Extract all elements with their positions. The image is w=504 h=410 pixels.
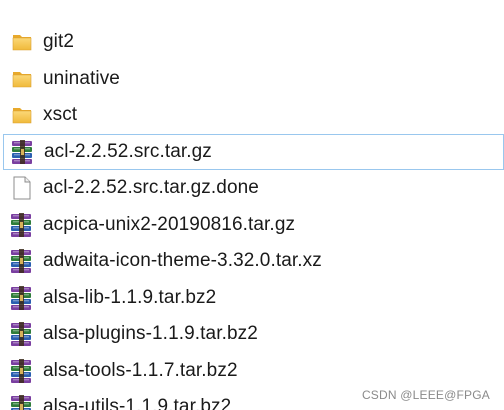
file-name: alsa-tools-1.1.7.tar.bz2 — [43, 359, 238, 381]
archive-icon — [10, 212, 34, 237]
file-name: alsa-plugins-1.1.9.tar.bz2 — [43, 323, 258, 345]
file-name: git2 — [43, 31, 75, 53]
file-row[interactable]: git2 — [0, 24, 504, 61]
archive-icon — [10, 322, 34, 347]
file-name: uninative — [43, 67, 120, 89]
file-row[interactable]: alsa-tools-1.1.7.tar.bz2 — [0, 353, 504, 390]
archive-icon — [11, 139, 35, 164]
file-row[interactable]: alsa-plugins-1.1.9.tar.bz2 — [0, 316, 504, 353]
file-name: alsa-utils-1.1.9.tar.bz2 — [43, 396, 232, 410]
file-row[interactable]: acl-2.2.52.src.tar.gz — [3, 133, 504, 170]
file-row[interactable]: acpica-unix2-20190816.tar.gz — [0, 207, 504, 244]
archive-icon — [10, 358, 34, 383]
folder-icon — [10, 103, 34, 127]
file-name: xsct — [43, 104, 78, 126]
file-name: adwaita-icon-theme-3.32.0.tar.xz — [43, 250, 322, 272]
archive-icon — [10, 249, 34, 274]
document-icon — [10, 176, 34, 200]
file-row[interactable]: acl-2.2.52.src.tar.gz.done — [0, 170, 504, 207]
file-row[interactable]: xsct — [0, 97, 504, 134]
file-name: acpica-unix2-20190816.tar.gz — [43, 213, 296, 235]
file-name: acl-2.2.52.src.tar.gz.done — [43, 177, 259, 199]
file-explorer: git2 uninative xsct acl-2.2.52.src.tar.gz ac… — [0, 0, 504, 410]
archive-icon — [10, 285, 34, 310]
file-row[interactable]: uninative — [0, 61, 504, 98]
archive-icon — [10, 395, 34, 410]
folder-icon — [10, 30, 34, 54]
file-row[interactable]: adwaita-icon-theme-3.32.0.tar.xz — [0, 243, 504, 280]
folder-icon — [10, 67, 34, 91]
watermark: CSDN @LEEE@FPGA — [361, 388, 490, 402]
file-row[interactable]: alsa-lib-1.1.9.tar.bz2 — [0, 280, 504, 317]
file-name: alsa-lib-1.1.9.tar.bz2 — [43, 286, 217, 308]
file-name: acl-2.2.52.src.tar.gz — [44, 140, 212, 162]
file-list: git2 uninative xsct acl-2.2.52.src.tar.gz ac… — [0, 24, 504, 410]
